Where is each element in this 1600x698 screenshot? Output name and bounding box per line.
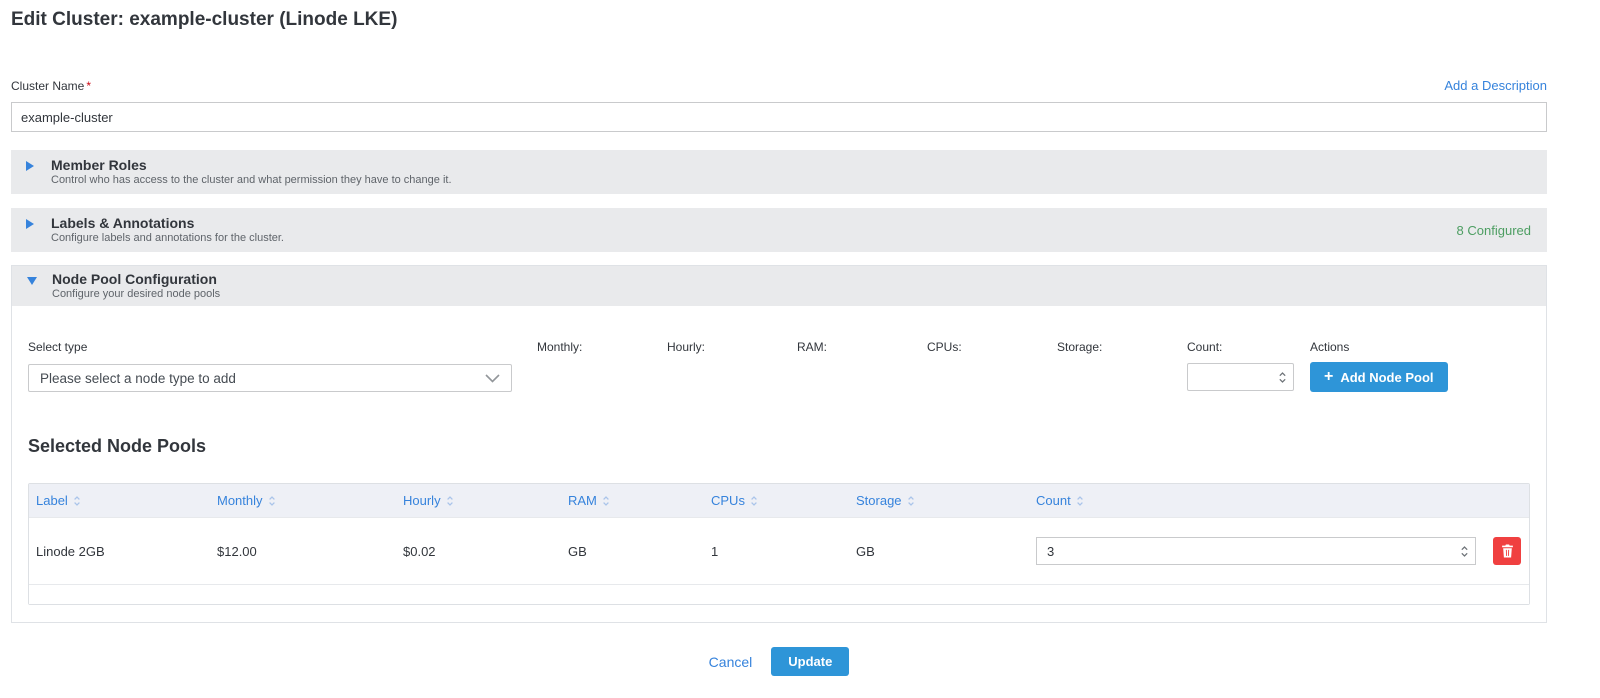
table-header-cpus[interactable]: CPUs xyxy=(704,484,849,517)
accordion-title: Member Roles xyxy=(51,157,452,174)
add-node-pool-button[interactable]: + Add Node Pool xyxy=(1310,362,1448,392)
header-text: Monthly xyxy=(217,493,263,508)
accordion-subtitle: Configure your desired node pools xyxy=(52,288,220,301)
add-node-pool-form: Select type Please select a node type to… xyxy=(28,340,1530,392)
stepper-arrows-icon xyxy=(1460,545,1469,558)
header-text: Hourly xyxy=(403,493,441,508)
pool-monthly-cell: $12.00 xyxy=(210,544,396,559)
select-type-label: Select type xyxy=(28,340,512,354)
cluster-name-label-text: Cluster Name xyxy=(11,79,84,93)
actions-label: Actions xyxy=(1310,340,1448,354)
page-container: Edit Cluster: example-cluster (Linode LK… xyxy=(11,0,1547,676)
table-header-count[interactable]: Count xyxy=(1029,484,1529,517)
pool-hourly-cell: $0.02 xyxy=(396,544,561,559)
pool-cpus-cell: 1 xyxy=(704,544,849,559)
collapsed-caret-icon xyxy=(26,215,51,229)
table-header-row: Label Monthly Hourly RAM xyxy=(29,484,1529,517)
sort-icon xyxy=(268,495,276,507)
cancel-button[interactable]: Cancel xyxy=(709,654,753,670)
add-description-link[interactable]: Add a Description xyxy=(1444,78,1547,93)
pool-label-cell: Linode 2GB xyxy=(29,544,210,559)
hourly-column: Hourly: xyxy=(667,340,797,354)
cluster-name-label: Cluster Name* xyxy=(11,79,91,93)
header-text: CPUs xyxy=(711,493,745,508)
accordion-labels-annotations[interactable]: Labels & Annotations Configure labels an… xyxy=(11,208,1547,252)
accordion-node-pool-configuration[interactable]: Node Pool Configuration Configure your d… xyxy=(12,266,1546,306)
count-label: Count: xyxy=(1187,340,1310,354)
cpus-label: CPUs: xyxy=(927,340,1057,354)
collapsed-caret-icon xyxy=(26,157,51,171)
plus-icon: + xyxy=(1324,369,1333,385)
sort-icon xyxy=(446,495,454,507)
selected-node-pools-table: Label Monthly Hourly RAM xyxy=(28,483,1530,605)
accordion-text: Labels & Annotations Configure labels an… xyxy=(51,215,284,245)
accordion-title: Node Pool Configuration xyxy=(52,271,220,288)
required-asterisk: * xyxy=(86,79,91,93)
node-pool-configuration-panel: Node Pool Configuration Configure your d… xyxy=(11,265,1547,623)
update-button[interactable]: Update xyxy=(771,647,849,676)
accordion-text: Node Pool Configuration Configure your d… xyxy=(52,271,220,301)
header-text: Count xyxy=(1036,493,1071,508)
accordion-subtitle: Configure labels and annotations for the… xyxy=(51,232,284,245)
pool-storage-cell: GB xyxy=(849,544,1029,559)
accordion-member-roles[interactable]: Member Roles Control who has access to t… xyxy=(11,150,1547,194)
sort-icon xyxy=(907,495,915,507)
header-text: RAM xyxy=(568,493,597,508)
count-column: Count: xyxy=(1187,340,1310,391)
actions-column: Actions + Add Node Pool xyxy=(1310,340,1448,392)
node-type-select-value: Please select a node type to add xyxy=(40,371,236,386)
sort-icon xyxy=(602,495,610,507)
monthly-label: Monthly: xyxy=(537,340,667,354)
table-empty-footer-row xyxy=(29,584,1529,604)
accordion-title: Labels & Annotations xyxy=(51,215,284,232)
configured-badge: 8 Configured xyxy=(1457,223,1531,238)
pool-ram-cell: GB xyxy=(561,544,704,559)
trash-icon xyxy=(1501,544,1514,558)
table-header-monthly[interactable]: Monthly xyxy=(210,484,396,517)
delete-pool-button[interactable] xyxy=(1493,537,1521,565)
ram-label: RAM: xyxy=(797,340,927,354)
cpus-column: CPUs: xyxy=(927,340,1057,354)
page-title: Edit Cluster: example-cluster (Linode LK… xyxy=(11,0,1547,31)
table-header-ram[interactable]: RAM xyxy=(561,484,704,517)
add-node-pool-button-label: Add Node Pool xyxy=(1340,370,1433,385)
ram-column: RAM: xyxy=(797,340,927,354)
header-text: Storage xyxy=(856,493,902,508)
accordion-subtitle: Control who has access to the cluster an… xyxy=(51,174,452,187)
select-type-column: Select type Please select a node type to… xyxy=(28,340,512,392)
table-row: Linode 2GB $12.00 $0.02 GB 1 GB xyxy=(29,517,1529,584)
hourly-label: Hourly: xyxy=(667,340,797,354)
expanded-caret-icon xyxy=(27,271,52,285)
chevron-down-icon xyxy=(485,374,500,383)
node-pool-panel-body: Select type Please select a node type to… xyxy=(12,340,1546,622)
table-header-hourly[interactable]: Hourly xyxy=(396,484,561,517)
storage-label: Storage: xyxy=(1057,340,1187,354)
accordion-text: Member Roles Control who has access to t… xyxy=(51,157,452,187)
pool-count-input[interactable] xyxy=(1047,544,1427,559)
selected-node-pools-heading: Selected Node Pools xyxy=(28,436,1530,457)
pool-count-stepper[interactable] xyxy=(1036,537,1476,565)
sort-icon xyxy=(750,495,758,507)
monthly-column: Monthly: xyxy=(537,340,667,354)
node-type-select[interactable]: Please select a node type to add xyxy=(28,364,512,392)
header-text: Label xyxy=(36,493,68,508)
stepper-arrows-icon xyxy=(1278,371,1287,384)
cluster-name-row: Cluster Name* Add a Description xyxy=(11,78,1547,93)
footer-actions: Cancel Update xyxy=(11,647,1547,676)
pool-count-cell xyxy=(1029,537,1529,565)
storage-column: Storage: xyxy=(1057,340,1187,354)
table-header-label[interactable]: Label xyxy=(29,484,210,517)
sort-icon xyxy=(1076,495,1084,507)
table-header-storage[interactable]: Storage xyxy=(849,484,1029,517)
sort-icon xyxy=(73,495,81,507)
count-stepper[interactable] xyxy=(1187,363,1294,391)
cluster-name-input[interactable] xyxy=(11,102,1547,132)
